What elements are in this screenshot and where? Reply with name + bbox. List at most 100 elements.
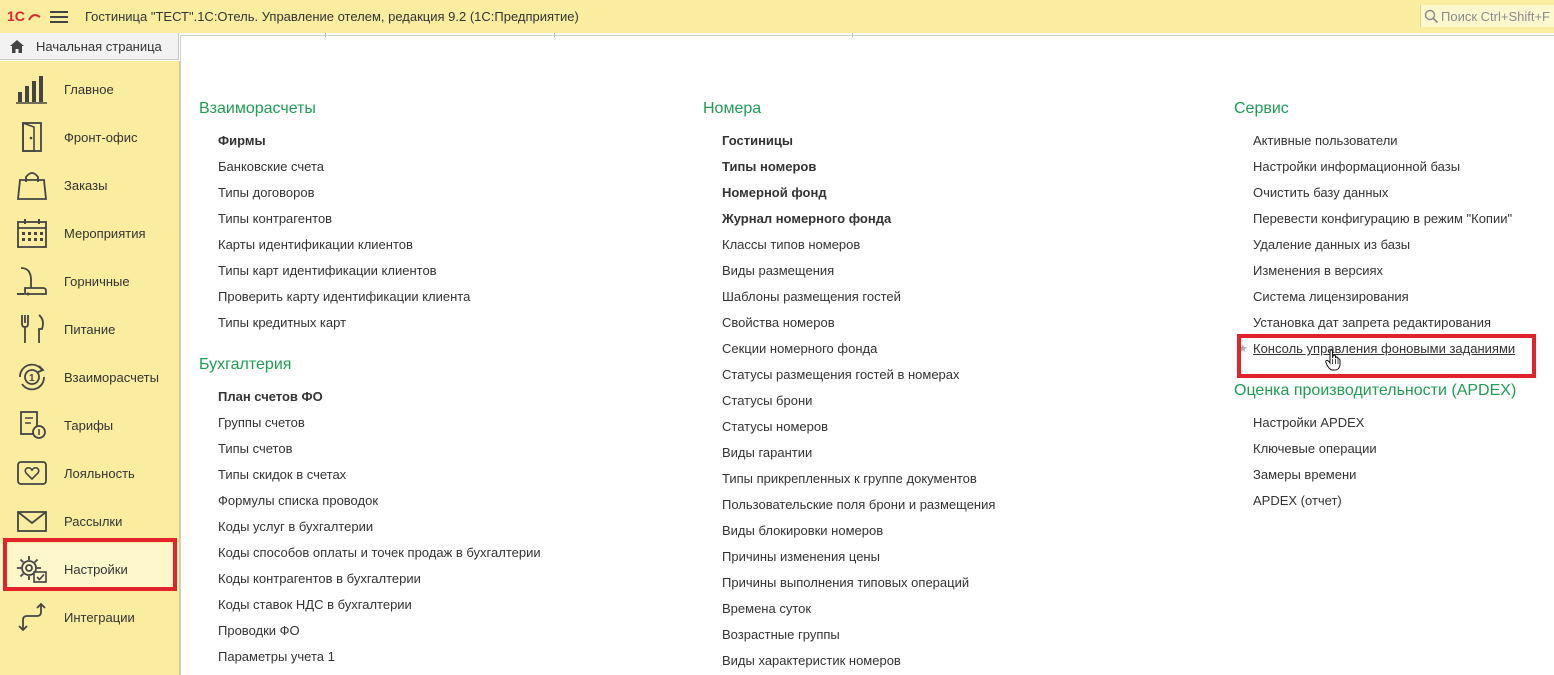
menu-link[interactable]: Замеры времени: [1253, 467, 1356, 482]
sections-panel: Главное Фронт-офис Заказы Мероприятия Го…: [0, 61, 180, 675]
menu-link[interactable]: Виды блокировки номеров: [722, 523, 883, 538]
menu-link[interactable]: Виды гарантии: [722, 445, 812, 460]
search-icon: [1424, 9, 1439, 24]
sidebar-item-label: Тарифы: [64, 418, 114, 433]
menu-link[interactable]: Проводки ФО: [218, 623, 300, 638]
sidebar-item-label: Лояльность: [64, 466, 135, 481]
menu-link[interactable]: Изменения в версиях: [1253, 263, 1383, 278]
sidebar-item-settings[interactable]: Настройки: [0, 543, 179, 591]
menu-link[interactable]: Перевести конфигурацию в режим "Копии": [1253, 211, 1512, 226]
menu-link[interactable]: Фирмы: [218, 133, 266, 148]
menu-link[interactable]: Параметры учета 1: [218, 649, 335, 664]
sidebar-item-main[interactable]: Главное: [0, 63, 179, 111]
menu-link[interactable]: Секции номерного фонда: [722, 341, 877, 356]
hand-cursor-icon: [1325, 349, 1341, 371]
favorite-star-icon[interactable]: ★: [1238, 342, 1248, 355]
menu-link[interactable]: Коды услуг в бухгалтерии: [218, 519, 373, 534]
menu-link[interactable]: Классы типов номеров: [722, 237, 860, 252]
menu-link[interactable]: Статусы размещения гостей в номерах: [722, 367, 960, 382]
sidebar-item-housekeeping[interactable]: Горничные: [0, 255, 179, 303]
menu-link[interactable]: Типы кредитных карт: [218, 315, 346, 330]
menu-link[interactable]: Номерной фонд: [722, 185, 827, 200]
sidebar-item-events[interactable]: Мероприятия: [0, 207, 179, 255]
search-input[interactable]: [1441, 7, 1553, 25]
section-title: Взаиморасчеты: [199, 100, 316, 117]
menu-link[interactable]: Времена суток: [722, 601, 811, 616]
menu-link[interactable]: Статусы номеров: [722, 419, 828, 434]
menu-link[interactable]: Активные пользователи: [1253, 133, 1398, 148]
exchange-arrows-icon: [18, 602, 46, 632]
home-icon: [10, 40, 24, 53]
menu-link[interactable]: Типы скидок в счетах: [218, 467, 346, 482]
menu-link[interactable]: Коды ставок НДС в бухгалтерии: [218, 597, 412, 612]
menu-link[interactable]: Удаление данных из базы: [1253, 237, 1410, 252]
sidebar-item-settlements[interactable]: 1 Взаиморасчеты: [0, 351, 179, 399]
tab-home[interactable]: Начальная страница: [0, 33, 179, 60]
section-title: Номера: [703, 100, 762, 117]
menu-link[interactable]: Виды характеристик номеров: [722, 653, 901, 668]
menu-link[interactable]: План счетов ФО: [218, 389, 323, 404]
sidebar-item-label: Интеграции: [64, 610, 135, 625]
sidebar-item-integrations[interactable]: Интеграции: [0, 591, 179, 639]
menu-link[interactable]: Типы номеров: [722, 159, 816, 174]
menu-link[interactable]: Причины выполнения типовых операций: [722, 575, 969, 590]
gear-icon: [17, 556, 47, 583]
app-title: Гостиница "ТЕСТ".1С:Отель. Управление от…: [85, 9, 579, 24]
menu-link[interactable]: Настройки APDEX: [1253, 415, 1364, 430]
vacuum-cleaner-icon: [17, 267, 47, 296]
sidebar-item-label: Взаиморасчеты: [64, 370, 159, 385]
menu-link[interactable]: Формулы списка проводок: [218, 493, 378, 508]
menu-link[interactable]: Типы контрагентов: [218, 211, 332, 226]
calendar-icon: [17, 219, 47, 248]
title-bar: 1С Гостиница "ТЕСТ".1С:Отель. Управление…: [0, 0, 1554, 34]
price-document-icon: [20, 411, 46, 439]
menu-link[interactable]: Гостиницы: [722, 133, 793, 148]
menu-link[interactable]: Пользовательские поля брони и размещения: [722, 497, 995, 512]
section-title: Сервис: [1234, 100, 1289, 117]
sidebar-item-label: Питание: [64, 322, 116, 337]
menu-link[interactable]: Банковские счета: [218, 159, 324, 174]
menu-link[interactable]: Статусы брони: [722, 393, 812, 408]
menu-link[interactable]: Система лицензирования: [1253, 289, 1409, 304]
menu-link[interactable]: Коды контрагентов в бухгалтерии: [218, 571, 421, 586]
1c-logo-icon[interactable]: 1С: [7, 8, 41, 24]
menu-link[interactable]: Журнал номерного фонда: [722, 211, 891, 226]
menu-link[interactable]: Коды способов оплаты и точек продаж в бу…: [218, 545, 541, 560]
sidebar-item-front-office[interactable]: Фронт-офис: [0, 111, 179, 159]
menu-link[interactable]: Установка дат запрета редактирования: [1253, 315, 1491, 330]
menu-link[interactable]: Проверить карту идентификации клиента: [218, 289, 470, 304]
menu-link[interactable]: Типы договоров: [218, 185, 314, 200]
fork-knife-icon: [21, 314, 44, 343]
tab-home-label: Начальная страница: [36, 39, 162, 54]
sidebar-item-tariffs[interactable]: Тарифы: [0, 399, 179, 447]
menu-link[interactable]: Типы карт идентификации клиентов: [218, 263, 437, 278]
menu-link[interactable]: APDEX (отчет): [1253, 493, 1342, 508]
menu-link[interactable]: Консоль управления фоновыми заданиями: [1253, 341, 1515, 356]
section-title: Бухгалтерия: [199, 356, 292, 373]
menu-link[interactable]: Причины изменения цены: [722, 549, 880, 564]
sidebar-item-label: Горничные: [64, 274, 130, 289]
svg-text:1С: 1С: [7, 8, 25, 24]
door-icon: [22, 122, 42, 152]
hamburger-menu-icon[interactable]: [50, 8, 68, 24]
sidebar-item-loyalty[interactable]: Лояльность: [0, 447, 179, 495]
menu-link[interactable]: Настройки информационной базы: [1253, 159, 1460, 174]
menu-link[interactable]: Виды размещения: [722, 263, 834, 278]
menu-link[interactable]: Свойства номеров: [722, 315, 835, 330]
svg-text:1: 1: [29, 373, 35, 384]
menu-link[interactable]: Очистить базу данных: [1253, 185, 1388, 200]
menu-link[interactable]: Карты идентификации клиентов: [218, 237, 413, 252]
menu-link[interactable]: Шаблоны размещения гостей: [722, 289, 901, 304]
sidebar-item-orders[interactable]: Заказы: [0, 159, 179, 207]
bar-chart-icon: [16, 76, 47, 104]
menu-link[interactable]: Группы счетов: [218, 415, 305, 430]
sidebar-item-mailings[interactable]: Рассылки: [0, 495, 179, 543]
menu-link[interactable]: Типы прикрепленных к группе документов: [722, 471, 977, 486]
menu-link[interactable]: Возрастные группы: [722, 627, 840, 642]
menu-link[interactable]: Ключевые операции: [1253, 441, 1377, 456]
shopping-bag-icon: [17, 172, 47, 200]
menu-link[interactable]: Типы счетов: [218, 441, 293, 456]
sidebar-item-food[interactable]: Питание: [0, 303, 179, 351]
search-box[interactable]: [1420, 5, 1554, 27]
sidebar-item-label: Фронт-офис: [64, 130, 138, 145]
